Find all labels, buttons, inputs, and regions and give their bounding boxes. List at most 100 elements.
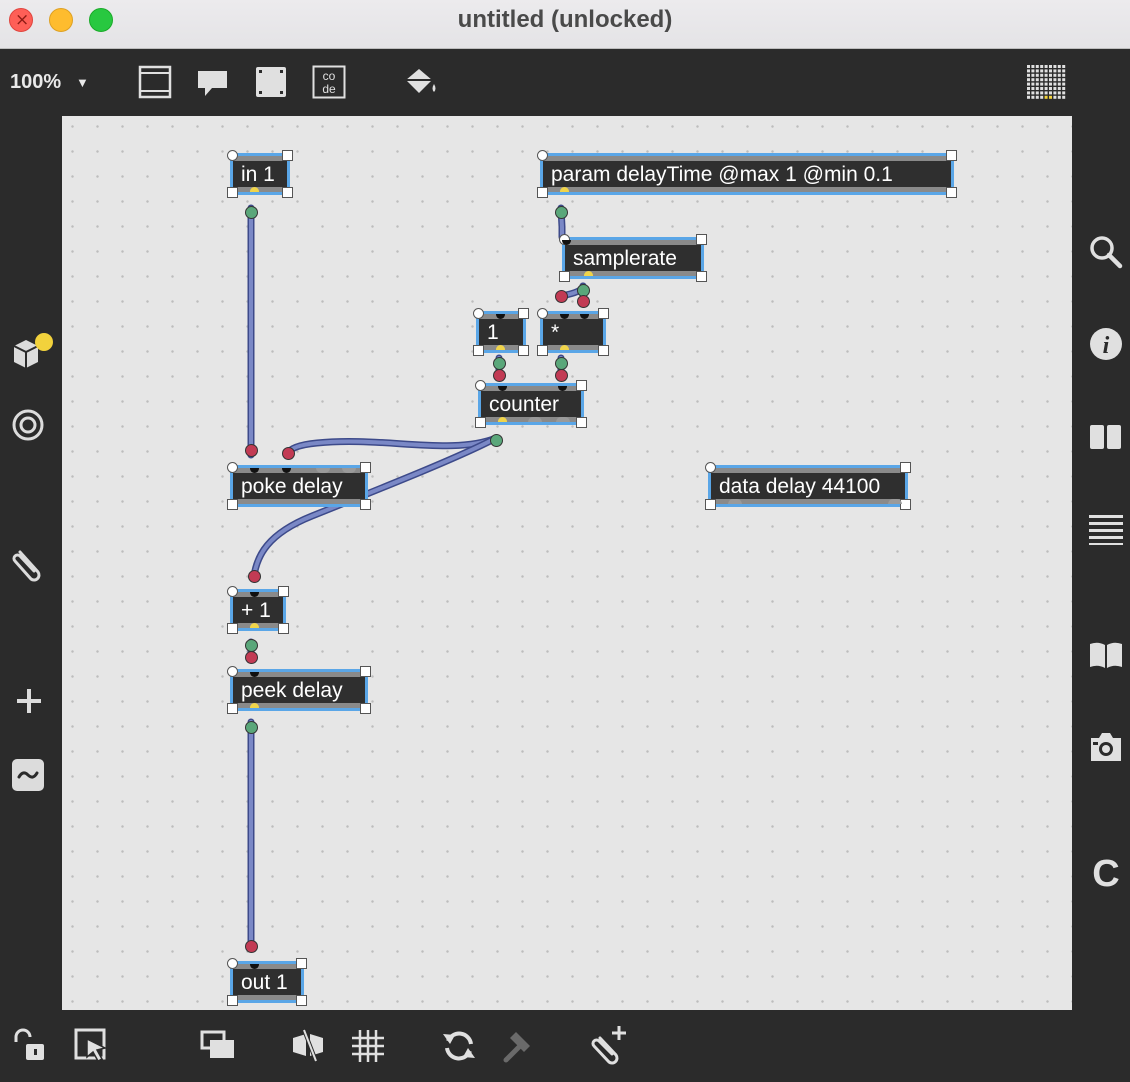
patch-object-samplerate[interactable]: samplerate bbox=[559, 234, 707, 282]
resize-handle[interactable] bbox=[278, 623, 289, 634]
outlet[interactable] bbox=[496, 345, 505, 350]
outlet-connection-node[interactable] bbox=[245, 206, 258, 219]
outlet-connection-node[interactable] bbox=[555, 206, 568, 219]
outlet[interactable] bbox=[556, 417, 570, 422]
outlet-connection-node[interactable] bbox=[490, 434, 503, 447]
resize-handle[interactable] bbox=[559, 271, 570, 282]
patch-object-one[interactable]: 1 bbox=[473, 308, 529, 356]
resize-handle[interactable] bbox=[537, 150, 548, 161]
outlet[interactable] bbox=[250, 623, 259, 628]
outlet[interactable] bbox=[250, 187, 259, 192]
resize-handle[interactable] bbox=[900, 499, 911, 510]
list-icon[interactable] bbox=[1088, 512, 1124, 546]
resize-handle[interactable] bbox=[227, 703, 238, 714]
resize-handle[interactable] bbox=[576, 380, 587, 391]
inlet-connection-node[interactable] bbox=[555, 369, 568, 382]
resize-handle[interactable] bbox=[946, 187, 957, 198]
resize-handle[interactable] bbox=[227, 150, 238, 161]
inlet-connection-node[interactable] bbox=[245, 940, 258, 953]
resize-handle[interactable] bbox=[227, 462, 238, 473]
resize-handle[interactable] bbox=[227, 187, 238, 198]
outlet[interactable] bbox=[560, 345, 569, 350]
hide-cable-icon[interactable] bbox=[290, 1028, 328, 1062]
comment-icon[interactable] bbox=[196, 69, 230, 99]
camera-icon[interactable] bbox=[1087, 728, 1125, 766]
hammer-icon[interactable] bbox=[502, 1028, 538, 1066]
outlet[interactable] bbox=[250, 703, 259, 708]
resize-handle[interactable] bbox=[537, 308, 548, 319]
resize-handle[interactable] bbox=[537, 187, 548, 198]
lock-icon[interactable] bbox=[12, 1028, 48, 1066]
patcher-canvas[interactable]: in 1 param delayTime @max 1 @min 0.1 sampl… bbox=[62, 116, 1072, 1010]
inlet-connection-node[interactable] bbox=[555, 290, 568, 303]
resize-handle[interactable] bbox=[946, 150, 957, 161]
resize-handle[interactable] bbox=[360, 703, 371, 714]
resize-handle[interactable] bbox=[537, 345, 548, 356]
resize-handle[interactable] bbox=[598, 308, 609, 319]
inlet-connection-node[interactable] bbox=[577, 295, 590, 308]
outlet[interactable] bbox=[888, 499, 902, 504]
resize-handle[interactable] bbox=[705, 462, 716, 473]
presentation-icon[interactable] bbox=[138, 65, 172, 99]
patch-object-param[interactable]: param delayTime @max 1 @min 0.1 bbox=[537, 150, 957, 198]
grid-icon[interactable] bbox=[350, 1028, 386, 1064]
inlet-connection-node[interactable] bbox=[248, 570, 261, 583]
select-icon[interactable] bbox=[74, 1028, 110, 1064]
resize-handle[interactable] bbox=[360, 462, 371, 473]
outlet-connection-node[interactable] bbox=[245, 721, 258, 734]
resize-handle[interactable] bbox=[296, 995, 307, 1006]
resize-handle[interactable] bbox=[705, 499, 716, 510]
book-icon[interactable] bbox=[1088, 640, 1124, 670]
resize-handle[interactable] bbox=[696, 234, 707, 245]
resize-handle[interactable] bbox=[227, 499, 238, 510]
resize-handle[interactable] bbox=[473, 308, 484, 319]
paperclip-icon[interactable] bbox=[10, 544, 46, 584]
code-icon[interactable]: co de bbox=[312, 65, 346, 99]
resize-handle[interactable] bbox=[227, 586, 238, 597]
tilde-icon[interactable] bbox=[11, 758, 45, 792]
resize-handle[interactable] bbox=[360, 499, 371, 510]
patch-object-poke[interactable]: poke delay bbox=[227, 462, 371, 510]
plus-icon[interactable] bbox=[14, 686, 44, 716]
c-icon[interactable]: C bbox=[1088, 854, 1124, 892]
resize-handle[interactable] bbox=[696, 271, 707, 282]
package-icon[interactable] bbox=[10, 332, 56, 372]
resize-handle[interactable] bbox=[278, 586, 289, 597]
outlet[interactable] bbox=[560, 187, 569, 192]
zoom-level[interactable]: 100% bbox=[10, 71, 61, 94]
resize-handle[interactable] bbox=[282, 150, 293, 161]
resize-handle[interactable] bbox=[296, 958, 307, 969]
frame-icon[interactable] bbox=[254, 65, 288, 99]
patch-object-peek[interactable]: peek delay bbox=[227, 666, 371, 714]
outlet[interactable] bbox=[584, 271, 593, 276]
resize-handle[interactable] bbox=[576, 417, 587, 428]
windows-icon[interactable] bbox=[200, 1030, 236, 1060]
resize-handle[interactable] bbox=[227, 666, 238, 677]
zoom-dropdown-icon[interactable]: ▼ bbox=[76, 75, 89, 90]
resize-handle[interactable] bbox=[227, 958, 238, 969]
resize-handle[interactable] bbox=[518, 345, 529, 356]
outlet[interactable] bbox=[728, 499, 742, 504]
inlet-connection-node[interactable] bbox=[245, 651, 258, 664]
resize-handle[interactable] bbox=[598, 345, 609, 356]
patch-object-in1[interactable]: in 1 bbox=[227, 150, 293, 198]
resize-handle[interactable] bbox=[518, 308, 529, 319]
refresh-icon[interactable] bbox=[441, 1028, 477, 1064]
grid-matrix-icon[interactable] bbox=[1025, 63, 1067, 103]
search-icon[interactable] bbox=[1088, 234, 1124, 270]
info-icon[interactable]: i bbox=[1088, 326, 1124, 362]
inlet-connection-node[interactable] bbox=[245, 444, 258, 457]
inlet-connection-node[interactable] bbox=[493, 369, 506, 382]
outlet[interactable] bbox=[498, 417, 507, 422]
resize-handle[interactable] bbox=[900, 462, 911, 473]
patch-object-out1[interactable]: out 1 bbox=[227, 958, 307, 1006]
outlet[interactable] bbox=[528, 417, 542, 422]
resize-handle[interactable] bbox=[360, 666, 371, 677]
target-icon[interactable] bbox=[11, 408, 45, 442]
attach-plus-icon[interactable] bbox=[590, 1024, 630, 1066]
patch-object-data[interactable]: data delay 44100 bbox=[705, 462, 911, 510]
patch-object-counter[interactable]: counter bbox=[475, 380, 587, 428]
resize-handle[interactable] bbox=[475, 380, 486, 391]
patch-object-plus1[interactable]: + 1 bbox=[227, 586, 289, 634]
patch-object-mul[interactable]: * bbox=[537, 308, 609, 356]
